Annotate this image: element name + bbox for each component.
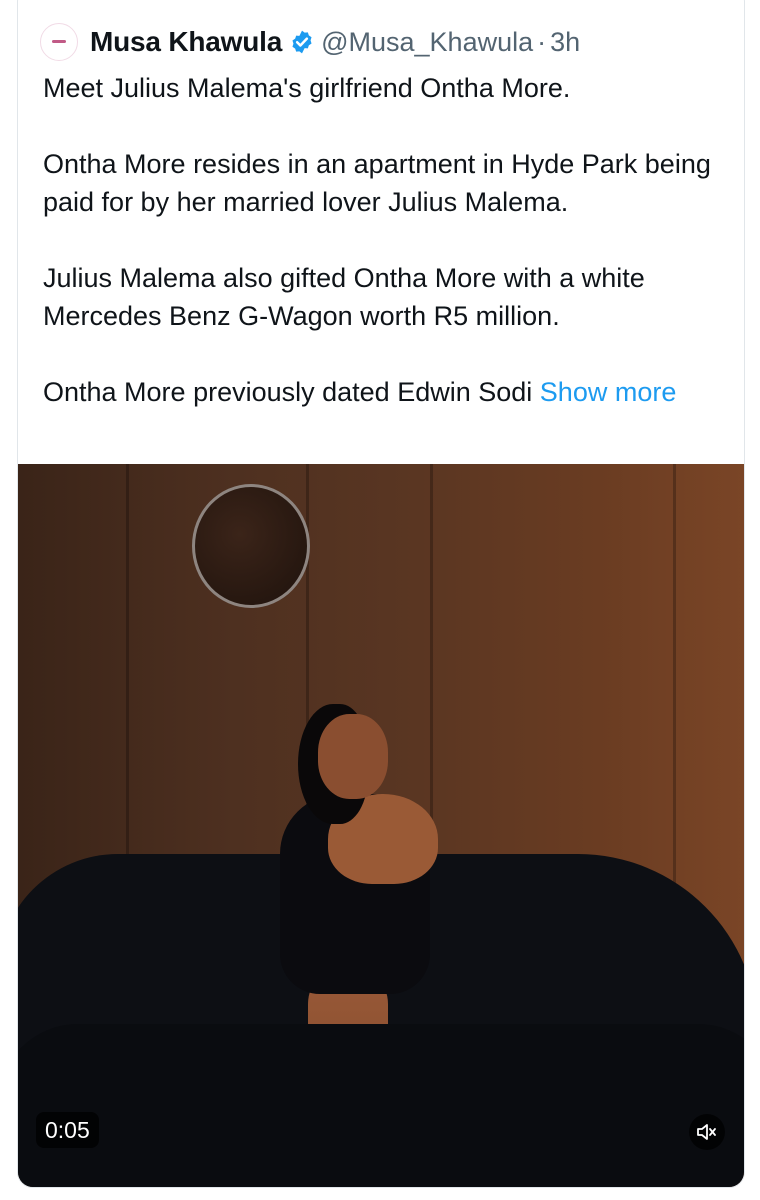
tweet-paragraph: Julius Malema also gifted Ontha More wit… <box>43 263 645 331</box>
avatar-logo-mark <box>52 39 66 43</box>
show-more-link[interactable]: Show more <box>540 377 677 407</box>
meta-separator: · <box>537 26 547 57</box>
tweet-header: Musa Khawula @Musa_Khawula · 3h <box>40 23 580 61</box>
tweet-card[interactable]: Musa Khawula @Musa_Khawula · 3h Meet Jul… <box>17 0 745 1188</box>
author-name[interactable]: Musa Khawula <box>90 26 282 58</box>
post-time[interactable]: 3h <box>550 27 580 58</box>
author-handle[interactable]: @Musa_Khawula <box>321 27 533 58</box>
video-time-badge: 0:05 <box>36 1112 99 1148</box>
round-mirror <box>192 484 310 608</box>
tweet-paragraph-last: Ontha More previously dated Edwin Sodi S… <box>43 373 723 411</box>
speaker-muted-icon <box>697 1124 716 1140</box>
person-head <box>318 714 388 799</box>
verified-badge-icon <box>292 30 312 54</box>
tweet-paragraph-text: Ontha More previously dated Edwin Sodi <box>43 377 533 407</box>
tweet-paragraph: Meet Julius Malema's girlfriend Ontha Mo… <box>43 73 571 103</box>
mute-button[interactable] <box>689 1114 725 1150</box>
wall-panel-seam <box>673 464 676 934</box>
video-player[interactable]: 0:05 <box>18 464 744 1187</box>
sofa-seat <box>18 1024 744 1187</box>
tweet-paragraph: Ontha More resides in an apartment in Hy… <box>43 149 711 217</box>
tweet-text: Meet Julius Malema's girlfriend Ontha Mo… <box>43 69 723 411</box>
avatar[interactable] <box>40 23 78 61</box>
